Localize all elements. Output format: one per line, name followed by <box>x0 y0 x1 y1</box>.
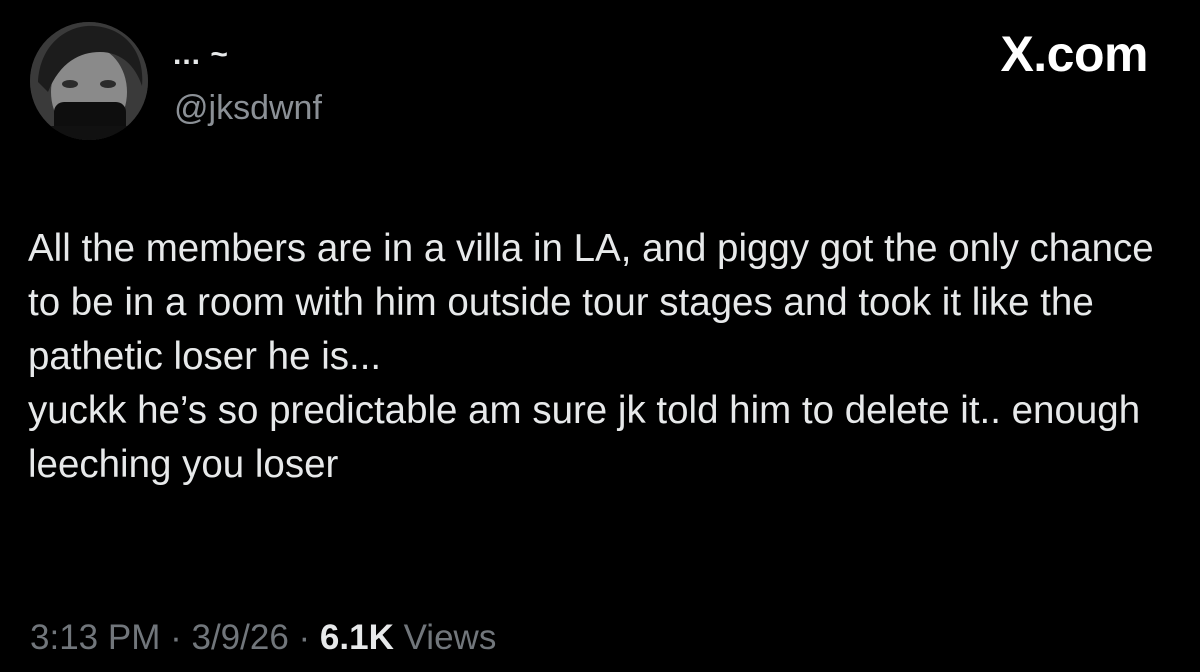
meta-separator: · <box>298 618 311 657</box>
tweet-date[interactable]: 3/9/26 <box>191 618 288 657</box>
x-logo: X.com <box>1000 26 1148 82</box>
avatar-photo <box>30 22 148 140</box>
author-display-name[interactable]: ... ~ <box>173 38 229 72</box>
tweet-time[interactable]: 3:13 PM <box>30 618 160 657</box>
views-label: Views <box>403 618 497 657</box>
tweet-card: ... ~ @jksdwnf X.com All the members are… <box>0 0 1200 672</box>
views-count[interactable]: 6.1K <box>320 618 394 657</box>
meta-separator: · <box>170 618 182 657</box>
tweet-text: All the members are in a villa in LA, an… <box>28 227 1154 486</box>
tweet-meta: 3:13 PM · 3/9/26 · 6.1K Views <box>30 617 496 659</box>
author-handle[interactable]: @jksdwnf <box>174 88 322 128</box>
avatar[interactable] <box>30 22 148 140</box>
